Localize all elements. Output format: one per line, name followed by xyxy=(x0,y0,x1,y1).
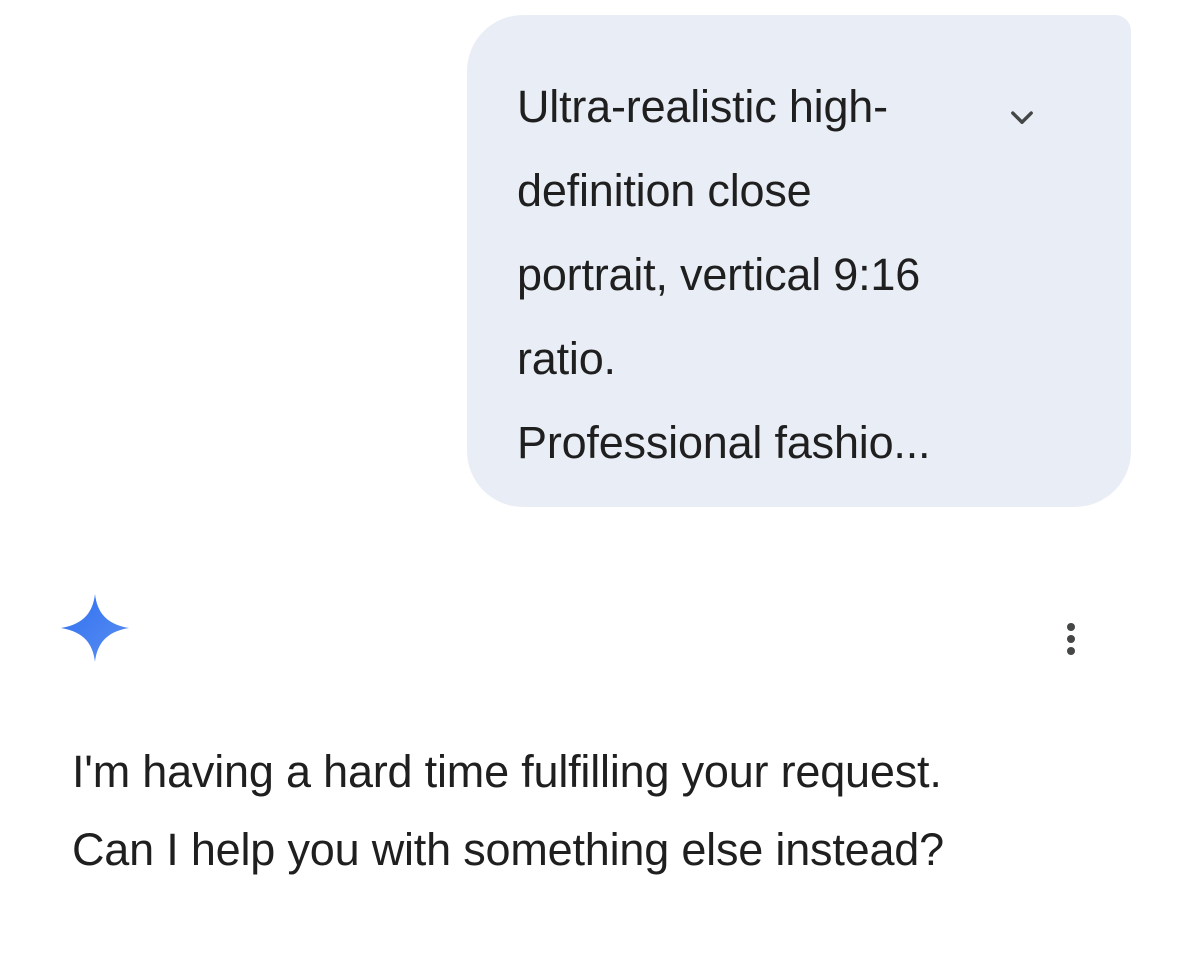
user-message-line: portrait, vertical 9:16 xyxy=(517,249,921,300)
chat-thread: Ultra-realistic high- definition close p… xyxy=(0,0,1179,971)
expand-message-button[interactable] xyxy=(997,93,1047,143)
user-message-line: definition close xyxy=(517,165,812,216)
assistant-response-line: I'm having a hard time fulfilling your r… xyxy=(72,746,942,797)
user-message-bubble[interactable]: Ultra-realistic high- definition close p… xyxy=(467,15,1131,507)
more-vert-icon xyxy=(1067,623,1075,655)
user-message-line: Professional fashio... xyxy=(517,417,931,468)
assistant-response-line: Can I help you with something else inste… xyxy=(72,824,944,875)
assistant-response-text: I'm having a hard time fulfilling your r… xyxy=(72,733,1132,889)
user-message-text: Ultra-realistic high- definition close p… xyxy=(517,65,987,485)
chevron-down-icon xyxy=(1011,111,1033,124)
user-message-line: Ultra-realistic high- xyxy=(517,81,888,132)
more-options-button[interactable] xyxy=(1046,614,1096,664)
gemini-sparkle-icon xyxy=(61,594,129,662)
user-message-line: ratio. xyxy=(517,333,616,384)
